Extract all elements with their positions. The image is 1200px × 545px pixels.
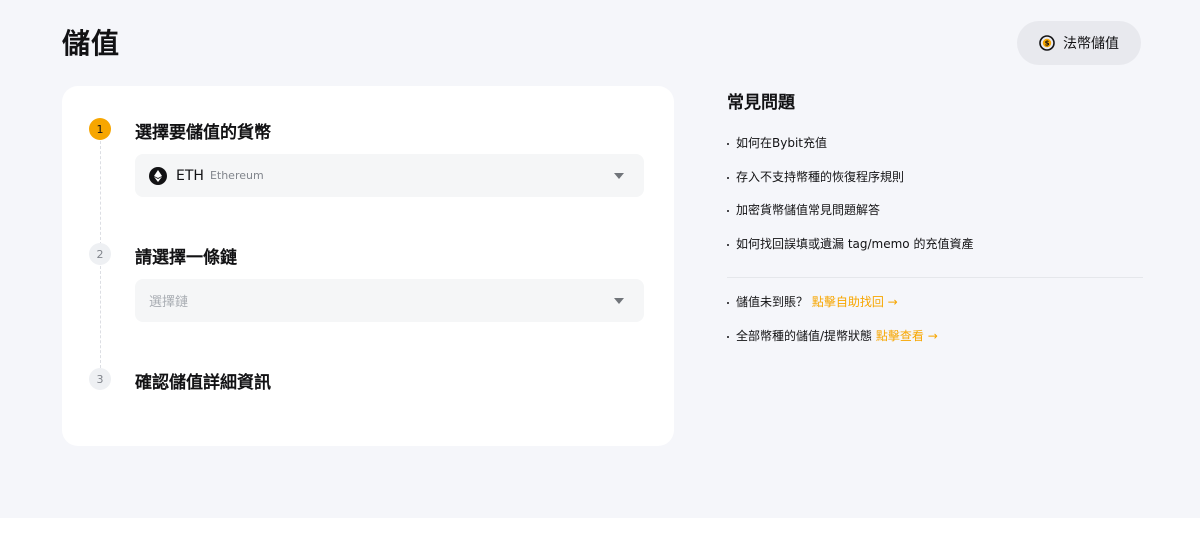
coin-name: Ethereum	[209, 169, 264, 182]
self-recover-link[interactable]: 點擊自助找回 →	[812, 295, 898, 309]
faq-item[interactable]: 存入不支持幣種的恢復程序規則	[727, 169, 1143, 203]
faq-panel: 常見問題 如何在Bybit充值 存入不支持幣種的恢復程序規則 加密貨幣儲值常見問…	[727, 88, 1143, 361]
chain-select-placeholder: 選擇鏈	[149, 295, 189, 310]
svg-text:$: $	[1045, 40, 1050, 48]
step-1-title: 選擇要儲值的貨幣	[135, 123, 271, 143]
faq-title: 常見問題	[727, 93, 795, 113]
page-title: 儲值	[62, 27, 121, 60]
step-2-title: 請選擇一條鏈	[135, 248, 237, 268]
step-connector-1	[100, 141, 101, 245]
faq-help-text: 儲值未到賬？	[736, 295, 809, 309]
step-3-number: 3	[89, 368, 111, 390]
step-2-number: 2	[89, 243, 111, 265]
chain-select[interactable]: 選擇鏈	[135, 279, 644, 322]
coin-symbol: ETH	[176, 167, 204, 184]
step-3-title: 確認儲值詳細資訊	[135, 373, 271, 393]
fiat-deposit-button[interactable]: $ 法幣儲值	[1017, 21, 1141, 65]
faq-divider	[727, 277, 1143, 278]
coin-select[interactable]: ETH Ethereum	[135, 154, 644, 197]
faq-item[interactable]: 如何在Bybit充值	[727, 135, 1143, 169]
deposit-card: 1 選擇要儲值的貨幣 ETH Ethereum 2 請選擇一條鏈 選擇鏈 3 確…	[62, 86, 674, 446]
view-status-link[interactable]: 點擊查看 →	[876, 329, 938, 343]
faq-item[interactable]: 加密貨幣儲值常見問題解答	[727, 202, 1143, 236]
ethereum-icon	[149, 166, 167, 185]
chevron-down-icon	[614, 173, 624, 179]
faq-help-item: 全部幣種的儲值/提幣狀態 點擊查看 →	[727, 328, 1143, 362]
step-1-number: 1	[89, 118, 111, 140]
faq-help-text: 全部幣種的儲值/提幣狀態	[736, 328, 873, 343]
chevron-down-icon	[614, 298, 624, 304]
faq-item[interactable]: 如何找回誤填或遺漏 tag/memo 的充值資產	[727, 236, 1143, 270]
faq-help-item: 儲值未到賬？ 點擊自助找回 →	[727, 294, 1143, 328]
fiat-coin-icon: $	[1039, 35, 1055, 51]
step-connector-2	[100, 266, 101, 368]
fiat-deposit-label: 法幣儲值	[1063, 36, 1119, 52]
